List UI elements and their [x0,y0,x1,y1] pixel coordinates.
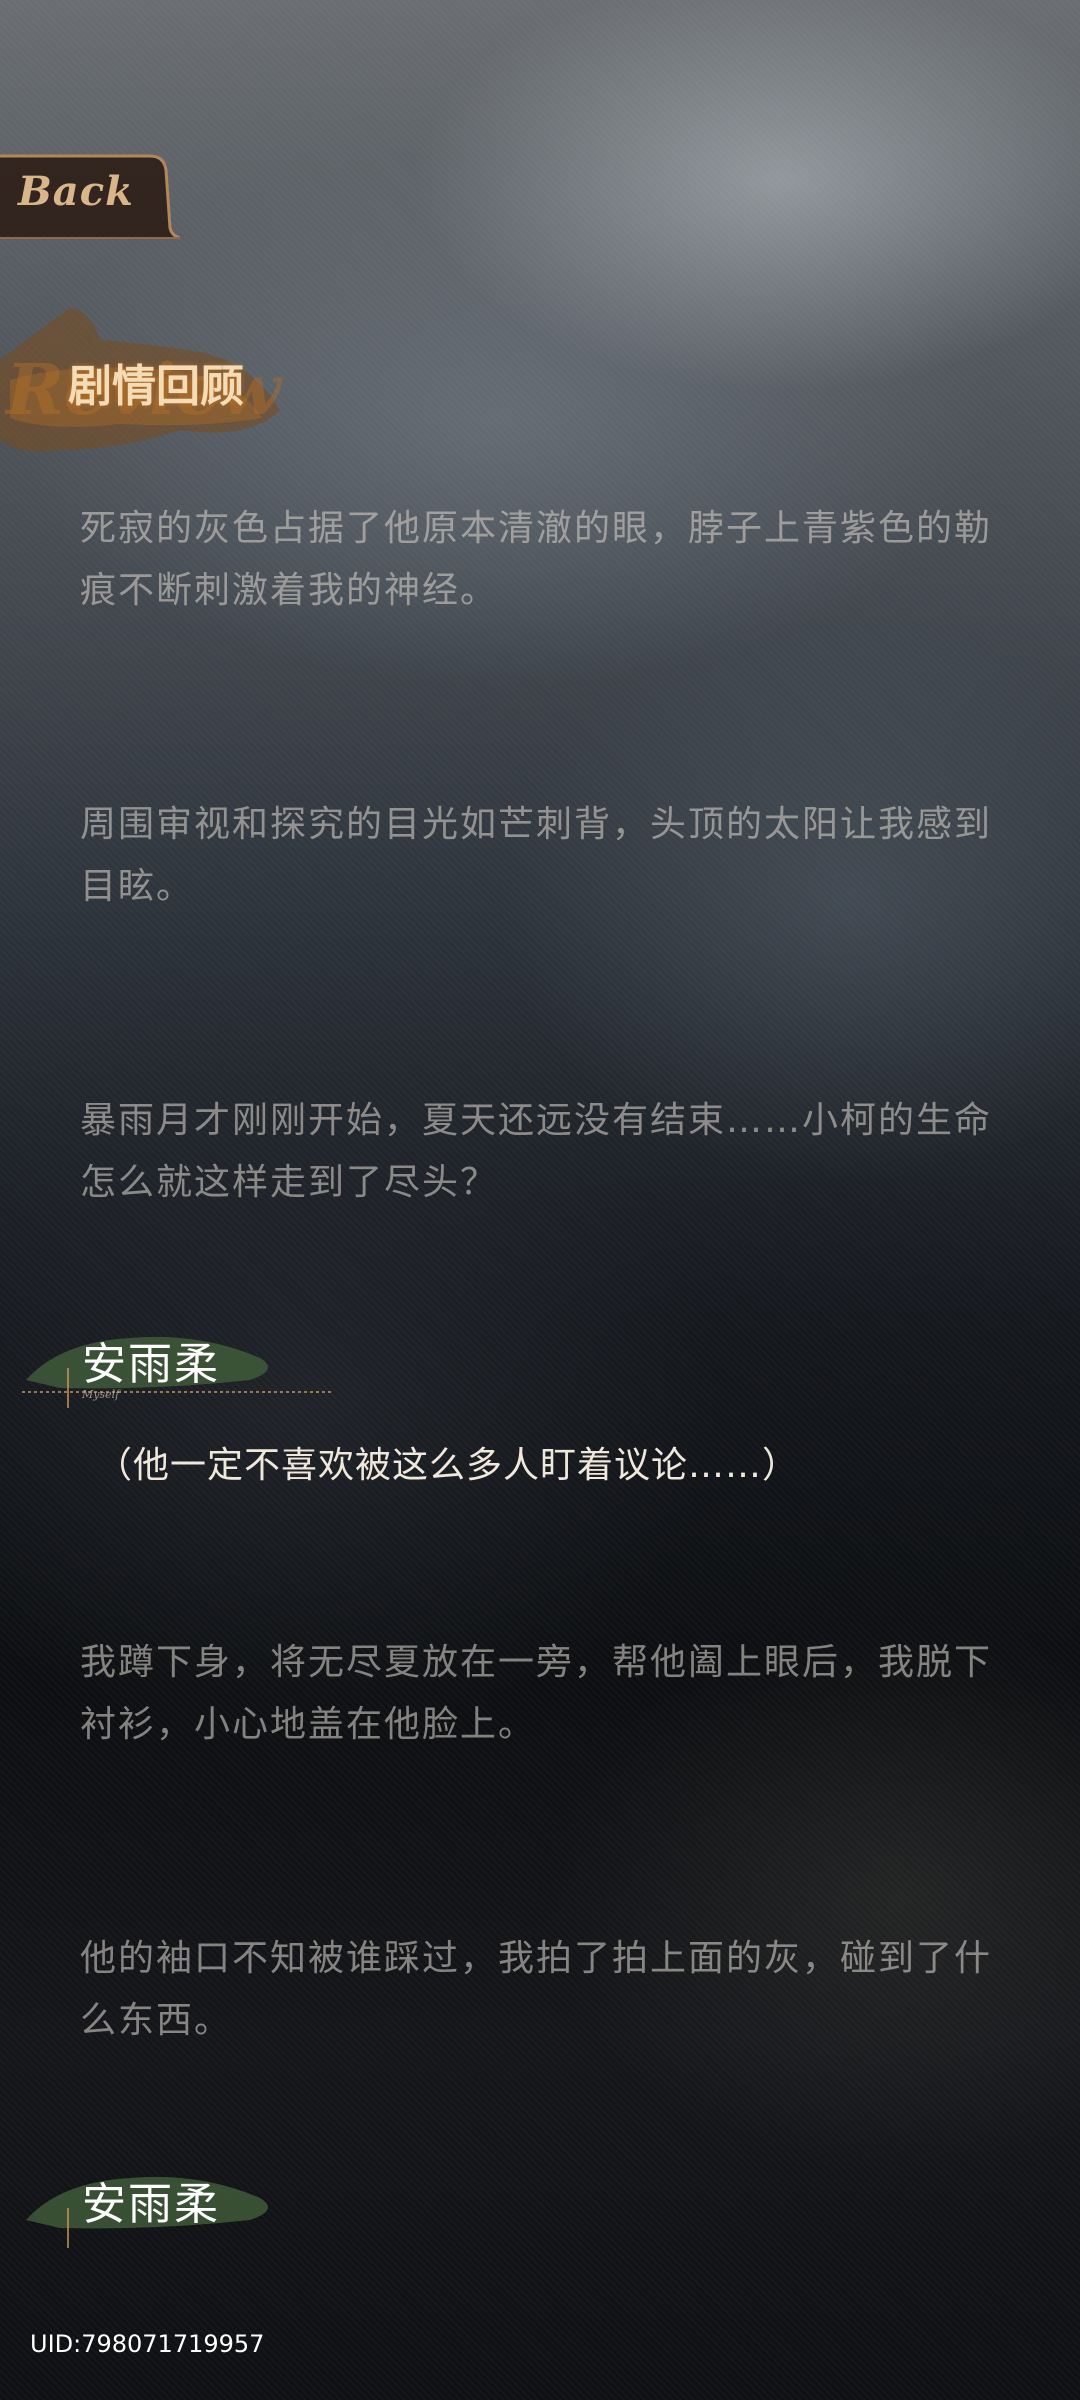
page-title-block: Review 剧情回顾 [0,300,300,470]
dialogue-line: （他一定不喜欢被这么多人盯着议论……） [96,1445,800,1486]
uid-label: UID:798071719957 [30,2330,265,2358]
speaker-tag: 安雨柔 [20,2158,340,2248]
narration-line: 周围审视和探究的目光如芒刺背，头顶的太阳让我感到目眩。 [80,804,993,907]
narration-line: 他的袖口不知被谁踩过，我拍了拍上面的灰，碰到了什么东西。 [80,1938,993,2041]
narration-line: 死寂的灰色占据了他原本清澈的眼，脖子上青紫色的勒痕不断刺激着我的神经。 [80,508,993,611]
back-button[interactable]: Back [0,150,180,242]
narration-line: 暴雨月才刚刚开始，夏天还远没有结束……小柯的生命怎么就这样走到了尽头？ [80,1100,993,1203]
speaker-name: 安雨柔 [82,2179,220,2230]
narration-line: 我蹲下身，将无尽夏放在一旁，帮他阖上眼后，我脱下衬衫，小心地盖在他脸上。 [80,1642,993,1745]
speaker-tag: 安雨柔 Myself [20,1318,340,1408]
back-button-label: Back [18,168,134,215]
speaker-name: 安雨柔 [82,1339,220,1390]
speaker-subtitle: Myself [82,1388,120,1401]
page-title: 剧情回顾 [68,361,244,412]
